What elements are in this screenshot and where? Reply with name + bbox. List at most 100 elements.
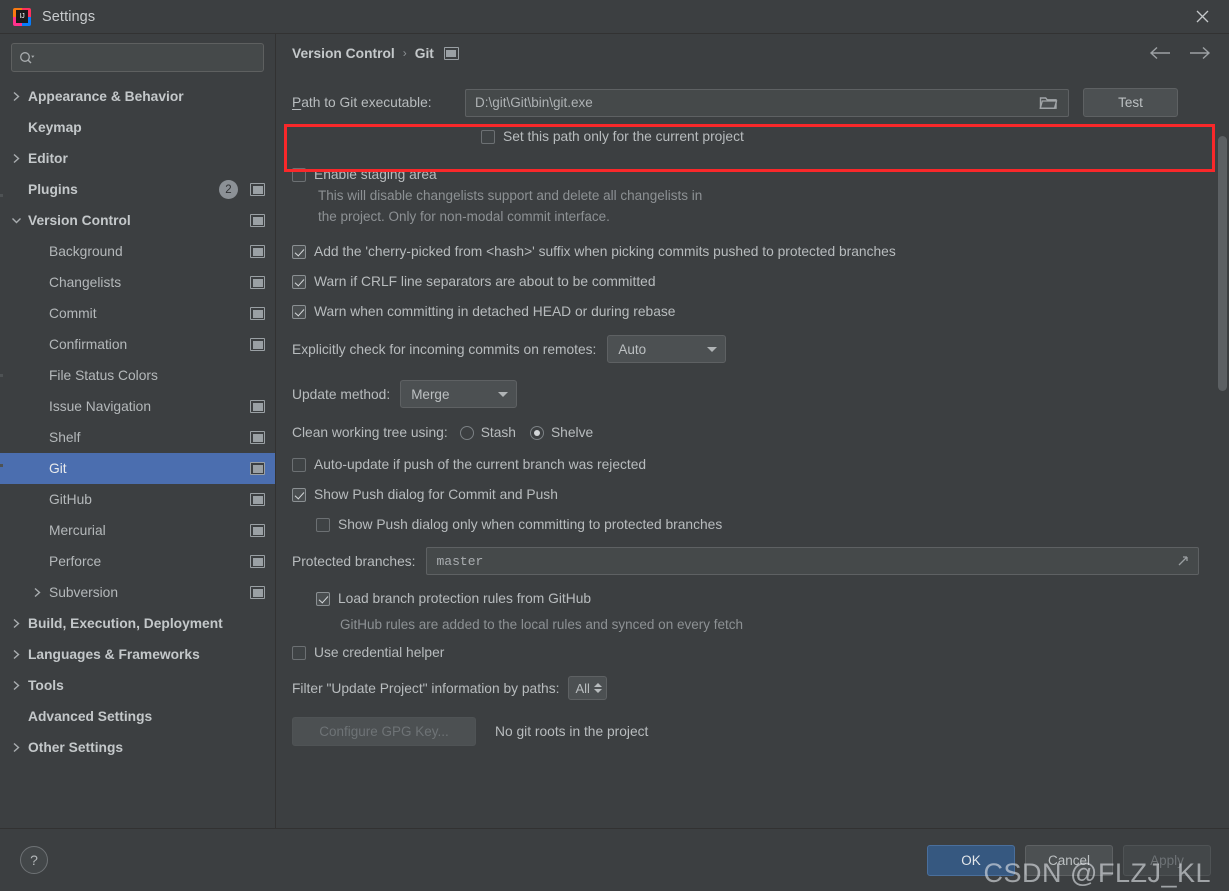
git-path-row: Path to Git executable: D:\git\Git\bin\g… [292,88,1211,117]
sidebar-item-perforce[interactable]: Perforce [0,546,275,577]
chevron-right-icon[interactable] [9,680,24,691]
sidebar-item-label: Issue Navigation [49,399,152,414]
auto-update-label: Auto-update if push of the current branc… [314,457,647,472]
project-scope-icon [250,245,265,258]
show-push-protected-checkbox[interactable] [316,517,330,532]
sidebar-item-tools[interactable]: Tools [0,670,275,701]
sidebar-item-other-settings[interactable]: Other Settings [0,732,275,763]
chevron-down-icon[interactable] [9,216,24,225]
chevron-right-icon[interactable] [9,153,24,164]
configure-gpg-key-button[interactable]: Configure GPG Key... [292,717,476,746]
cherry-picked-row: Add the 'cherry-picked from <hash>' suff… [292,244,1211,259]
sidebar-item-github[interactable]: GitHub [0,484,275,515]
sidebar-item-label: Mercurial [49,523,106,538]
sidebar-item-subversion[interactable]: Subversion [0,577,275,608]
chevron-right-icon[interactable] [9,649,24,660]
sidebar-item-shelf[interactable]: Shelf [0,422,275,453]
project-scope-icon [250,524,265,537]
help-button[interactable]: ? [20,846,48,874]
warn-crlf-checkbox[interactable] [292,274,306,289]
sidebar-item-label: Advanced Settings [28,709,153,724]
settings-sidebar: Appearance & Behavior Keymap Editor Plugins… [0,34,276,828]
sidebar-item-plugins[interactable]: Plugins 2 [0,174,275,205]
cherry-picked-checkbox[interactable] [292,244,306,259]
chevron-right-icon[interactable] [9,742,24,753]
close-icon[interactable] [1189,4,1215,30]
folder-icon[interactable] [1034,95,1062,110]
test-button[interactable]: Test [1083,88,1178,117]
incoming-commits-row: Explicitly check for incoming commits on… [292,335,1211,363]
sidebar-item-background[interactable]: Background [0,236,275,267]
project-scope-icon [250,276,265,289]
chevron-right-icon[interactable] [30,587,45,598]
radio-stash[interactable] [459,425,474,440]
search-icon [19,51,35,65]
warn-crlf-row: Warn if CRLF line separators are about t… [292,274,1211,289]
sidebar-item-label: Keymap [28,120,82,135]
clean-working-tree-row: Clean working tree using: Stash Shelve [292,425,1211,440]
sidebar-item-version-control[interactable]: Version Control [0,205,275,236]
sidebar-item-file-status-colors[interactable]: File Status Colors [0,360,275,391]
ok-button[interactable]: OK [927,844,1015,876]
search-wrapper [0,34,275,80]
arrow-right-icon[interactable] [1189,46,1211,60]
sidebar-item-label: Shelf [49,430,81,445]
search-input[interactable] [11,43,264,72]
scrollbar-thumb[interactable] [1218,136,1227,391]
update-method-label: Update method: [292,386,391,402]
sidebar-item-label: Editor [28,151,68,166]
auto-update-checkbox[interactable] [292,457,306,472]
sidebar-item-keymap[interactable]: Keymap [0,112,275,143]
sidebar-item-mercurial[interactable]: Mercurial [0,515,275,546]
show-push-dialog-label: Show Push dialog for Commit and Push [314,487,558,502]
sidebar-item-editor[interactable]: Editor [0,143,275,174]
gpg-row: Configure GPG Key... No git roots in the… [292,717,1211,746]
sidebar-item-label: Other Settings [28,740,124,755]
git-path-input[interactable]: D:\git\Git\bin\git.exe [465,88,1069,117]
warn-detached-label: Warn when committing in detached HEAD or… [314,304,676,319]
breadcrumb-version-control[interactable]: Version Control [292,46,395,61]
show-push-dialog-checkbox[interactable] [292,487,306,502]
credential-helper-row: Use credential helper [292,645,1211,660]
sidebar-item-confirmation[interactable]: Confirmation [0,329,275,360]
project-scope-icon [250,555,265,568]
sidebar-item-languages-frameworks[interactable]: Languages & Frameworks [0,639,275,670]
show-push-protected-label: Show Push dialog only when committing to… [338,517,723,532]
apply-button[interactable]: Apply [1123,844,1211,876]
main-scrollbar[interactable] [1218,76,1227,824]
expand-icon[interactable] [1172,554,1194,568]
credential-helper-checkbox[interactable] [292,645,306,660]
load-branch-rules-checkbox[interactable] [316,591,330,606]
protected-branches-input[interactable]: master [426,547,1199,575]
settings-tree: Appearance & Behavior Keymap Editor Plugins… [0,80,275,828]
enable-staging-checkbox[interactable] [292,167,306,182]
warn-detached-checkbox[interactable] [292,304,306,319]
sidebar-item-advanced-settings[interactable]: Advanced Settings [0,701,275,732]
load-branch-rules-help: GitHub rules are added to the local rule… [340,617,743,632]
sidebar-item-label: Version Control [28,213,131,228]
enable-staging-help-line1: This will disable changelists support an… [318,188,703,203]
arrow-left-icon[interactable] [1149,46,1171,60]
sidebar-item-commit[interactable]: Commit [0,298,275,329]
sidebar-item-label: Confirmation [49,337,128,352]
sidebar-item-issue-navigation[interactable]: Issue Navigation [0,391,275,422]
radio-shelve[interactable] [529,425,544,440]
breadcrumb-git[interactable]: Git [415,46,434,61]
set-path-project-row: Set this path only for the current proje… [481,129,1211,144]
incoming-commits-label: Explicitly check for incoming commits on… [292,341,597,357]
cancel-button[interactable]: Cancel [1025,844,1113,876]
settings-content: Path to Git executable: D:\git\Git\bin\g… [276,88,1229,746]
filter-paths-spinner[interactable]: All [568,676,607,700]
sidebar-item-build-execution-deployment[interactable]: Build, Execution, Deployment [0,608,275,639]
sidebar-item-changelists[interactable]: Changelists [0,267,275,298]
project-scope-icon [250,214,265,227]
chevron-right-icon[interactable] [9,618,24,629]
sidebar-item-git[interactable]: Git [0,453,275,484]
sidebar-item-appearance-behavior[interactable]: Appearance & Behavior [0,81,275,112]
incoming-commits-combobox[interactable]: Auto [607,335,727,363]
update-method-combobox[interactable]: Merge [400,380,518,408]
gpg-status: No git roots in the project [495,724,649,739]
enable-staging-help: This will disable changelists support an… [318,185,1211,227]
set-path-project-checkbox[interactable] [481,129,495,144]
chevron-right-icon[interactable] [9,91,24,102]
